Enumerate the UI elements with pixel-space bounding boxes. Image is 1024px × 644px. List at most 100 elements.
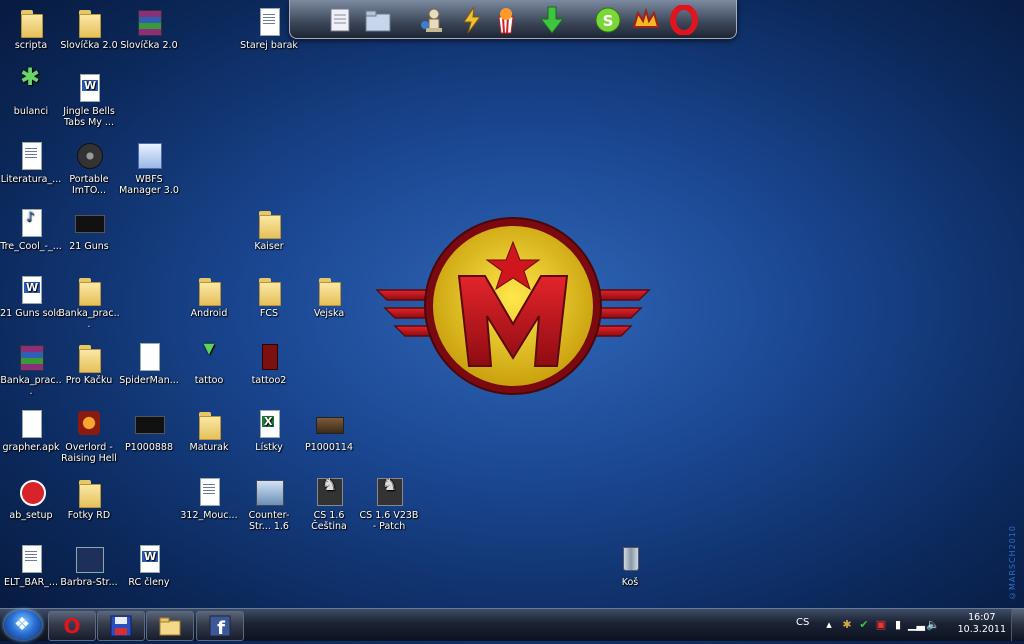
desktop-icon[interactable]: 21 Guns (58, 207, 120, 252)
desktop-icon-label: SpiderMan... (119, 375, 179, 386)
taskbar-opera-button[interactable]: O (48, 611, 96, 641)
counter-strike-icon (373, 476, 405, 508)
start-button[interactable] (4, 610, 42, 640)
word-document-icon (15, 274, 47, 306)
angry-birds-icon (15, 476, 47, 508)
tattoo2-image-icon (253, 341, 285, 373)
folder-icon (73, 476, 105, 508)
desktop-icon[interactable]: Jingle Bells Tabs My ... (58, 72, 120, 128)
folder-icon (15, 6, 47, 38)
desktop-icon-label: Starej barak (240, 40, 298, 51)
word-document-icon (73, 72, 105, 104)
desktop-icon[interactable]: RC členy (118, 543, 180, 588)
folder-icon[interactable] (362, 5, 394, 37)
folder-icon (193, 274, 225, 306)
desktop-icon[interactable]: Vejska (298, 274, 360, 319)
skype-icon[interactable]: S (592, 5, 624, 37)
desktop-icon-label: Overlord - Raising Hell (61, 442, 117, 464)
volume-icon[interactable]: 🔈 (926, 618, 940, 632)
desktop-icon[interactable]: Pro Kačku (58, 341, 120, 386)
desktop-icon[interactable]: ELT_BAR_... (0, 543, 62, 588)
top-dock[interactable]: S (289, 0, 737, 39)
desktop-icon-label: P1000114 (304, 442, 354, 453)
desktop-icon[interactable]: Literatura_... (0, 140, 62, 185)
desktop-icon[interactable]: Maturak (178, 408, 240, 453)
desktop-icon-label: Fotky RD (67, 510, 111, 521)
desktop-icon-label: Maturak (189, 442, 229, 453)
show-desktop-button[interactable] (1011, 609, 1024, 641)
desktop-icon-label: bulanci (13, 106, 49, 117)
desktop-icon[interactable]: scripta (0, 6, 62, 51)
desktop-icon[interactable]: Barbra-Str... (58, 543, 120, 588)
svg-text:S: S (603, 12, 614, 30)
desktop-icon-label: scripta (14, 40, 48, 51)
popcorn-icon[interactable] (490, 5, 522, 37)
desktop-icon[interactable]: P1000114 (298, 408, 360, 453)
desktop-icon[interactable]: Lístky (238, 408, 300, 453)
desktop-icon[interactable]: ab_setup (0, 476, 62, 521)
desktop-icon[interactable]: CS 1.6 V23B - Patch (358, 476, 420, 532)
desktop-icon-label: FCS (259, 308, 279, 319)
desktop-icon[interactable]: Banka_prac... (58, 274, 120, 330)
desktop-icon[interactable]: Fotky RD (58, 476, 120, 521)
blank-file-icon (15, 408, 47, 440)
desktop-icon[interactable]: Slovíčka 2.0 (58, 6, 120, 51)
desktop-icon[interactable]: Portable ImTO... (58, 140, 120, 196)
desktop-icon[interactable]: tattoo (178, 341, 240, 386)
security-tray-icon[interactable]: ✔ (857, 618, 871, 632)
chess-icon[interactable] (418, 5, 450, 37)
gear-tray-icon[interactable]: ✱ (840, 618, 854, 632)
desktop-icon[interactable]: WBFS Manager 3.0 (118, 140, 180, 196)
desktop-icon-label: 21 Guns solo (0, 308, 62, 319)
desktop-icon[interactable]: Tre_Cool_-_... (0, 207, 62, 252)
desktop-icon[interactable]: CS 1.6 Čeština (298, 476, 360, 532)
taskbar-explorer-button[interactable] (146, 611, 194, 641)
desktop-icon[interactable]: Banka_prac... (0, 341, 62, 397)
taskbar-facebook-button[interactable]: f (196, 611, 244, 641)
desktop-icon-label: Counter-Str... 1.6 (248, 510, 290, 532)
show-hidden-icons-icon[interactable]: ▴ (822, 618, 836, 632)
desktop-icon[interactable]: tattoo2 (238, 341, 300, 386)
folder-icon (253, 207, 285, 239)
desktop[interactable]: scripta bulanci Literatura_... Tre_Cool_… (0, 0, 1024, 608)
folder-icon (253, 274, 285, 306)
desktop-icon-label: 312_Mouc... (180, 510, 238, 521)
folder-icon (193, 408, 225, 440)
desktop-icon-recycle-bin[interactable]: Koš (599, 543, 661, 588)
winamp-icon[interactable] (630, 5, 662, 37)
desktop-icon[interactable]: Slovíčka 2.0 (118, 6, 180, 51)
folder-icon (73, 341, 105, 373)
winrar-archive-icon (133, 6, 165, 38)
desktop-icon[interactable]: FCS (238, 274, 300, 319)
mp3-file-icon (15, 207, 47, 239)
app-tray-icon[interactable]: ▣ (874, 618, 888, 632)
taskbar-save-button[interactable] (97, 611, 145, 641)
desktop-icon[interactable]: 21 Guns solo (0, 274, 62, 319)
desktop-icon[interactable]: P1000888 (118, 408, 180, 453)
desktop-icon[interactable]: Overlord - Raising Hell (58, 408, 120, 464)
documents-icon[interactable] (324, 5, 356, 37)
lightning-icon[interactable] (456, 5, 488, 37)
text-document-icon (193, 476, 225, 508)
clock[interactable]: 16:07 10.3.2011 (958, 612, 1006, 636)
desktop-icon-label: tattoo (194, 375, 224, 386)
blank-file-icon (133, 341, 165, 373)
desktop-icon-label: ELT_BAR_... (4, 577, 58, 588)
counter-strike-icon (313, 476, 345, 508)
desktop-icon[interactable]: bulanci (0, 72, 62, 117)
network-signal-icon[interactable]: ▁▃ (908, 618, 925, 632)
desktop-icon-label: CS 1.6 V23B - Patch (359, 510, 419, 532)
device-tray-icon[interactable]: ▮ (891, 618, 905, 632)
desktop-icon[interactable]: Counter-Str... 1.6 (238, 476, 300, 532)
desktop-icon-label: Koš (621, 577, 639, 588)
desktop-icon-label: CS 1.6 Čeština (311, 510, 347, 532)
desktop-icon[interactable]: Android (178, 274, 240, 319)
desktop-icon[interactable]: grapher.apk (0, 408, 62, 453)
language-indicator[interactable]: CS (796, 617, 809, 628)
desktop-icon[interactable]: SpiderMan... (118, 341, 180, 386)
opera-icon[interactable] (668, 4, 700, 37)
download-arrow-icon[interactable] (536, 5, 568, 37)
desktop-icon[interactable]: Kaiser (238, 207, 300, 252)
folder-icon (313, 274, 345, 306)
desktop-icon[interactable]: 312_Mouc... (178, 476, 240, 521)
